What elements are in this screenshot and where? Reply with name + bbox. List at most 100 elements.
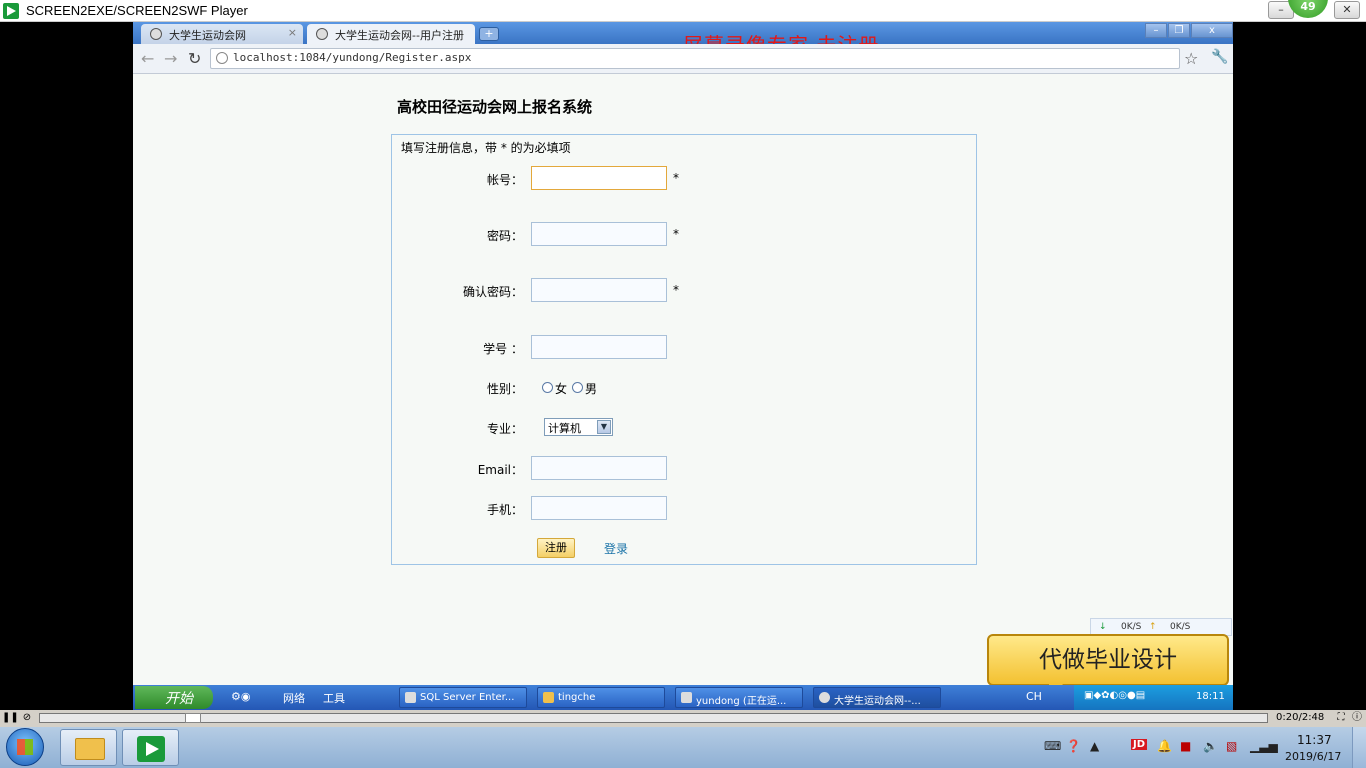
required-mark: * — [673, 171, 679, 185]
register-form: 填写注册信息，带 * 的为必填项 帐号： * 密码： * 确认密码： * 学号 … — [391, 134, 977, 565]
close-button[interactable]: ✕ — [1334, 1, 1360, 19]
globe-icon — [150, 28, 162, 40]
page-info-icon — [216, 52, 228, 64]
row-phone: 手机： — [392, 496, 978, 520]
progress-track[interactable] — [39, 713, 1268, 723]
quicklaunch-icons[interactable]: ⚙◉ — [231, 690, 250, 703]
player-taskbar-button[interactable] — [122, 729, 179, 766]
score-badge: 49 — [1288, 0, 1328, 18]
app-icon — [405, 692, 416, 703]
chrome-icon — [819, 692, 830, 703]
download-arrow-icon: ↓ — [1099, 622, 1107, 632]
recording-stage: 大学生运动会网 × 大学生运动会网--用户注册 + 屏幕录像专家 未注册 –❐x… — [133, 22, 1233, 710]
upload-speed: 0K/S — [1170, 622, 1191, 632]
recorded-start-button[interactable]: 开始 — [135, 686, 213, 709]
row-student-no: 学号 ： — [392, 335, 978, 359]
back-arrow-icon[interactable]: ← — [141, 49, 154, 68]
download-speed: 0K/S — [1121, 622, 1142, 632]
browser-toolbar: ← → ↻ localhost:1084/yundong/Register.as… — [133, 44, 1233, 74]
bookmark-star-icon[interactable]: ☆ — [1184, 49, 1198, 68]
tab-register[interactable]: 大学生运动会网--用户注册 — [307, 24, 475, 44]
player-icon — [137, 736, 165, 762]
tool-tools[interactable]: 工具 — [323, 690, 345, 706]
tray-icons[interactable]: ▣◆✿◐◎●▤ — [1084, 690, 1145, 701]
recorded-taskbar: 开始 ⚙◉ 网络 工具 SQL Server Enter... tingche … — [133, 685, 1233, 710]
browser-window-controls: – ❐ x — [1144, 22, 1233, 38]
jd-icon[interactable]: JD — [1131, 739, 1148, 750]
browser-close-button[interactable]: x — [1191, 23, 1233, 38]
clock-date[interactable]: 2019/6/17 — [1285, 750, 1341, 763]
student-no-label: 学号 ： — [483, 342, 523, 356]
windows-taskbar: ⌨ ❓ ▲ JD 🔔 ■ 🔈 ▧ ▁▃▅ 11:37 2019/6/17 — [0, 727, 1366, 768]
network-status-icon[interactable]: ▧ — [1226, 739, 1237, 753]
tab-close-icon[interactable]: × — [288, 26, 297, 39]
forward-arrow-icon[interactable]: → — [164, 49, 177, 68]
required-mark: * — [673, 227, 679, 241]
task-sql-server[interactable]: SQL Server Enter... — [399, 687, 527, 708]
task-yundong[interactable]: yundong (正在运... — [675, 687, 803, 708]
gender-female-radio[interactable] — [542, 382, 553, 393]
language-indicator[interactable]: CH — [1026, 690, 1042, 703]
login-link[interactable]: 登录 — [604, 540, 628, 557]
player-title: SCREEN2EXE/SCREEN2SWF Player — [26, 3, 248, 18]
wrench-icon[interactable]: 🔧 — [1211, 49, 1228, 65]
tray-expand-icon[interactable]: ▲ — [1090, 739, 1099, 753]
account-input[interactable] — [531, 166, 667, 190]
fullscreen-icon[interactable]: ⛶ — [1334, 712, 1348, 725]
task-tingche[interactable]: tingche — [537, 687, 665, 708]
password-input[interactable] — [531, 222, 667, 246]
register-button[interactable]: 注册 — [537, 538, 575, 558]
task-browser[interactable]: 大学生运动会网--... — [813, 687, 941, 708]
tool-network[interactable]: 网络 — [283, 690, 305, 706]
task-label: tingche — [558, 692, 596, 703]
help-icon[interactable]: ❓ — [1066, 739, 1081, 753]
major-label: 专业： — [486, 422, 523, 436]
recorded-clock: 18:11 — [1196, 691, 1225, 702]
keyboard-icon[interactable]: ⌨ — [1044, 739, 1061, 753]
email-input[interactable] — [531, 456, 667, 480]
browser-restore-button[interactable]: ❐ — [1168, 23, 1190, 38]
show-desktop-button[interactable] — [1352, 727, 1366, 768]
pause-icon[interactable]: ❚❚ — [2, 712, 19, 725]
confirm-password-label: 确认密码： — [462, 285, 523, 299]
ad-bubble[interactable]: 代做毕业设计 — [987, 634, 1229, 700]
confirm-password-input[interactable] — [531, 278, 667, 302]
stop-icon[interactable]: ⊘ — [20, 712, 34, 725]
reload-icon[interactable]: ↻ — [188, 49, 201, 68]
new-tab-button[interactable]: + — [479, 27, 499, 41]
clock-time[interactable]: 11:37 — [1297, 733, 1332, 747]
page-title: 高校田径运动会网上报名系统 — [397, 98, 593, 116]
gender-male-radio[interactable] — [572, 382, 583, 393]
security-icon[interactable]: ■ — [1180, 739, 1191, 753]
row-account: 帐号： * — [392, 166, 978, 190]
account-label: 帐号： — [486, 173, 523, 187]
major-select[interactable]: 计算机 ▼ — [544, 418, 613, 436]
task-label: 大学生运动会网--... — [834, 696, 921, 707]
password-label: 密码： — [486, 229, 523, 243]
tab-label: 大学生运动会网--用户注册 — [335, 29, 464, 42]
progress-thumb[interactable] — [185, 713, 201, 723]
browser-minimize-button[interactable]: – — [1145, 23, 1167, 38]
required-mark: * — [673, 283, 679, 297]
email-label: Email： — [477, 463, 523, 477]
info-icon[interactable]: ⓘ — [1350, 712, 1364, 725]
student-no-input[interactable] — [531, 335, 667, 359]
notification-bell-icon[interactable]: 🔔 — [1157, 739, 1172, 753]
url-text: localhost:1084/yundong/Register.aspx — [233, 51, 472, 64]
phone-input[interactable] — [531, 496, 667, 520]
form-hint: 填写注册信息，带 * 的为必填项 — [401, 141, 571, 155]
row-major: 专业： 计算机 ▼ — [392, 415, 978, 439]
player-title-bar: SCREEN2EXE/SCREEN2SWF Player – 49 ✕ — [0, 0, 1366, 22]
task-label: SQL Server Enter... — [420, 692, 515, 703]
row-password: 密码： * — [392, 222, 978, 246]
tab-sports-site[interactable]: 大学生运动会网 × — [141, 24, 303, 44]
signal-icon[interactable]: ▁▃▅ — [1250, 739, 1278, 753]
volume-icon[interactable]: 🔈 — [1203, 739, 1218, 753]
row-gender: 性别： 女 男 — [392, 375, 978, 399]
phone-label: 手机： — [486, 503, 523, 517]
gender-label: 性别： — [486, 382, 523, 396]
explorer-taskbar-button[interactable] — [60, 729, 117, 766]
folder-icon — [75, 738, 105, 760]
address-bar[interactable]: localhost:1084/yundong/Register.aspx — [210, 48, 1180, 69]
start-orb[interactable] — [6, 728, 44, 766]
